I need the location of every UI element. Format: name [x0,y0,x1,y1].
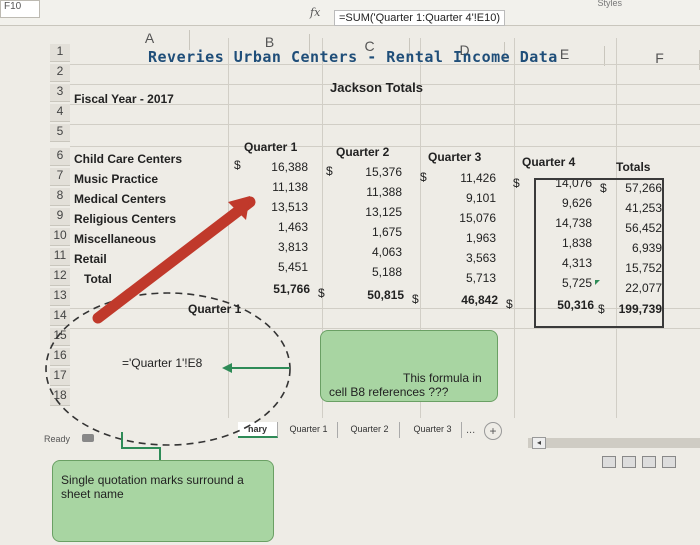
zoom-quarter-1-label: Quarter 1 [188,302,242,316]
page-layout-view-icon[interactable] [622,456,636,468]
cell-q2-total[interactable]: 50,815 [338,288,404,302]
currency-symbol: $ [506,297,513,311]
row-header[interactable]: 2 [50,64,70,82]
cell-q1[interactable]: 16,388 [244,160,308,174]
row-header[interactable]: 15 [50,328,70,346]
header-quarter-3[interactable]: Quarter 3 [428,150,481,164]
row-header[interactable]: 11 [50,248,70,266]
cell-q2[interactable]: 11,388 [338,185,402,199]
formula-bar: F10 Styles fx =SUM('Quarter 1:Quarter 4'… [0,0,700,26]
row-label-retail[interactable]: Retail [74,252,107,266]
view-switcher [598,456,690,472]
formula-input[interactable]: =SUM('Quarter 1:Quarter 4'!E10) [334,10,506,26]
row-header[interactable]: 1 [50,44,70,62]
zoom-slider-icon[interactable] [662,456,676,468]
cell-q2[interactable]: 13,125 [338,205,402,219]
spreadsheet-window: F10 Styles fx =SUM('Quarter 1:Quarter 4'… [0,0,700,545]
column-header-f[interactable]: F [620,50,700,70]
cell-q3-total[interactable]: 46,842 [432,293,498,307]
row-header[interactable]: 8 [50,188,70,206]
callout-formula-question: This formula in cell B8 references ??? [320,330,498,402]
zoom-cell-formula: ='Quarter 1'!E8 [122,356,203,370]
header-totals[interactable]: Totals [616,160,650,174]
currency-symbol: $ [412,292,419,306]
cell-q3[interactable]: 5,713 [432,271,496,285]
status-ready-label: Ready [44,434,71,444]
ribbon-styles-label[interactable]: Styles [597,0,622,8]
currency-symbol: $ [318,286,325,300]
currency-symbol: $ [234,158,241,172]
error-flag-icon[interactable] [595,280,600,285]
row-header[interactable]: 16 [50,348,70,366]
cell-q1[interactable]: 3,813 [244,240,308,254]
sheet-subtitle[interactable]: Jackson Totals [330,80,423,95]
header-quarter-4[interactable]: Quarter 4 [522,155,575,169]
row-header[interactable]: 5 [50,124,70,142]
fiscal-year-label[interactable]: Fiscal Year - 2017 [74,92,174,106]
row-header[interactable]: 9 [50,208,70,226]
cell-q3[interactable]: 11,426 [432,171,496,185]
row-label-religious-centers[interactable]: Religious Centers [74,212,176,226]
row-label-miscellaneous[interactable]: Miscellaneous [74,232,156,246]
sheet-title[interactable]: Reveries Urban Centers - Rental Income D… [148,48,558,66]
green-arrowhead [222,363,232,373]
normal-view-icon[interactable] [602,456,616,468]
row-label-total[interactable]: Total [84,272,112,286]
row-header[interactable]: 12 [50,268,70,286]
currency-symbol: $ [326,164,333,178]
header-quarter-1[interactable]: Quarter 1 [244,140,297,154]
cell-q3[interactable]: 9,101 [432,191,496,205]
cell-q1[interactable]: 1,463 [244,220,308,234]
row-header[interactable]: 7 [50,168,70,186]
row-label-medical-centers[interactable]: Medical Centers [74,192,166,206]
horizontal-scrollbar[interactable] [528,438,700,448]
currency-symbol: $ [513,176,520,190]
row-header[interactable]: 13 [50,288,70,306]
cell-q2[interactable]: 1,675 [338,225,402,239]
cell-q1[interactable]: 5,451 [244,260,308,274]
cell-q2[interactable]: 4,063 [338,245,402,259]
row-header[interactable]: 18 [50,388,70,406]
selected-range [534,178,664,328]
row-header[interactable]: 3 [50,84,70,102]
cell-q1-total[interactable]: 51,766 [244,282,310,296]
column-header-a[interactable]: A [110,30,190,50]
row-header[interactable]: 17 [50,368,70,386]
cell-q2[interactable]: 15,376 [338,165,402,179]
row-label-child-care[interactable]: Child Care Centers [74,152,182,166]
row-label-music-practice[interactable]: Music Practice [74,172,158,186]
page-break-view-icon[interactable] [642,456,656,468]
header-quarter-2[interactable]: Quarter 2 [336,145,389,159]
cell-q3[interactable]: 15,076 [432,211,496,225]
currency-symbol: $ [420,170,427,184]
callout-line-2: cell B8 references ??? [329,385,449,399]
row-header[interactable]: 10 [50,228,70,246]
row-header[interactable]: 14 [50,308,70,326]
function-icon[interactable]: fx [310,6,320,19]
row-header[interactable]: 6 [50,148,70,166]
cell-q1[interactable]: 11,138 [244,180,308,194]
callout-line-1: This formula in [403,371,482,385]
cell-q3[interactable]: 1,963 [432,231,496,245]
row-header[interactable]: 4 [50,104,70,122]
macro-record-icon[interactable] [82,434,94,442]
callout-quotation-marks: Single quotation marks surround a sheet … [52,460,274,542]
cell-q1[interactable]: 13,513 [244,200,308,214]
name-box[interactable]: F10 [0,0,40,18]
cell-q3[interactable]: 3,563 [432,251,496,265]
scroll-left-icon[interactable]: ◂ [532,437,546,449]
cell-q2[interactable]: 5,188 [338,265,402,279]
